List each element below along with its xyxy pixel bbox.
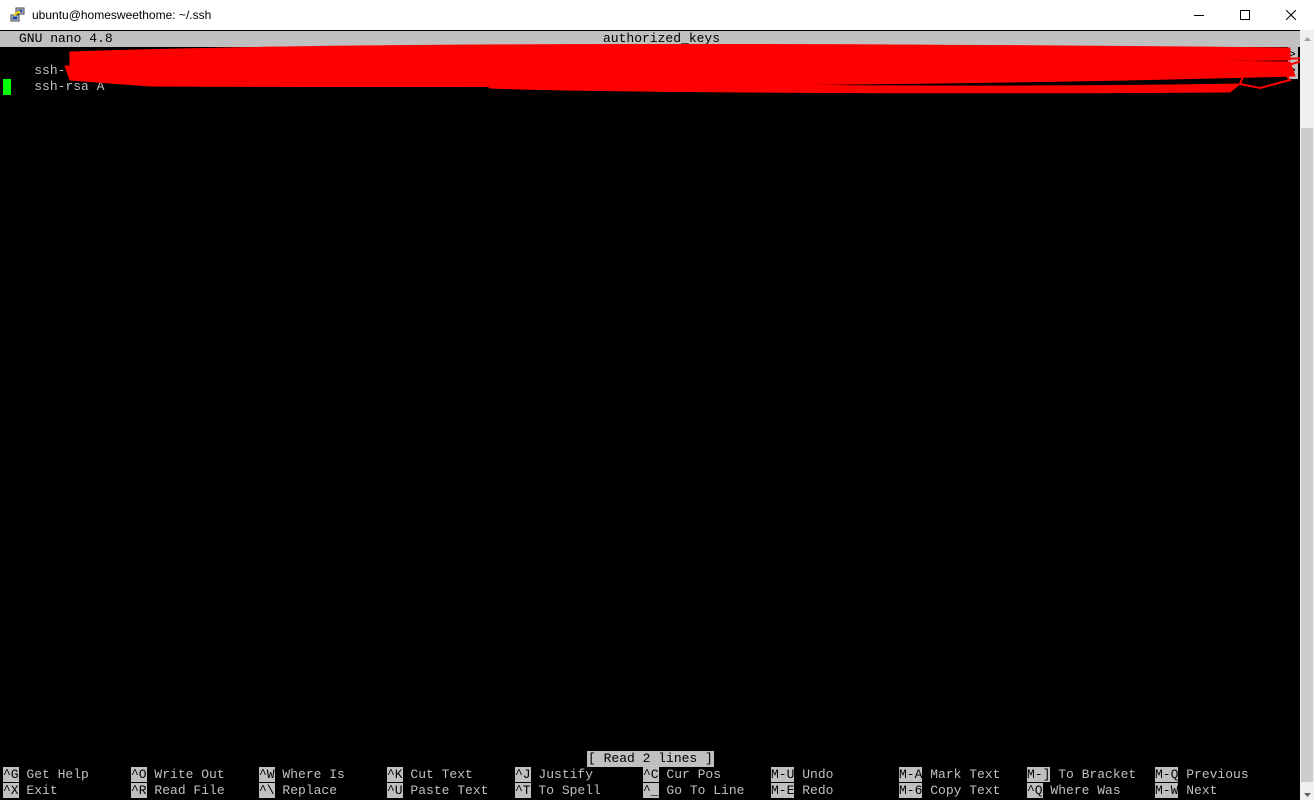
shortcut-label: To Bracket (1058, 767, 1137, 782)
shortcut-key: M-] (1027, 767, 1051, 782)
redaction-scribble (64, 44, 1311, 94)
shortcut-label: Where Is (282, 767, 345, 782)
shortcut-key: ^Q (1027, 783, 1043, 798)
maximize-icon (1240, 10, 1250, 20)
arrow-down-icon (1303, 784, 1311, 800)
shortcut-label: Redo (802, 783, 834, 798)
shortcut-key: M-A (899, 767, 923, 782)
nano-version: GNU nano 4.8 (19, 31, 113, 46)
shortcut-label: Paste Text (410, 783, 489, 798)
shortcut-replace[interactable]: ^\ Replace (259, 783, 337, 799)
close-button[interactable] (1268, 0, 1314, 30)
shortcut-copy-text[interactable]: M-6 Copy Text (899, 783, 1000, 799)
shortcut-key: ^C (643, 767, 659, 782)
shortcut-paste-text[interactable]: ^U Paste Text (387, 783, 488, 799)
nano-header-bar: GNU nano 4.8 authorized_keys (0, 31, 1300, 47)
shortcut-key: ^X (3, 783, 19, 798)
shortcut-where-was[interactable]: ^Q Where Was (1027, 783, 1121, 799)
shortcut-key: M-Q (1155, 767, 1179, 782)
key-line[interactable]: ssh-rsa A (3, 63, 104, 111)
shortcut-key: ^_ (643, 783, 659, 798)
putty-icon (10, 7, 26, 23)
shortcut-key: M-6 (899, 783, 923, 798)
shortcut-get-help[interactable]: ^G Get Help (3, 767, 89, 783)
shortcut-label: Previous (1186, 767, 1249, 782)
shortcut-label: Mark Text (930, 767, 1001, 782)
shortcut-label: Cur Pos (666, 767, 722, 782)
shortcut-key: ^O (131, 767, 147, 782)
shortcut-label: Cut Text (410, 767, 473, 782)
shortcut-label: Get Help (26, 767, 89, 782)
shortcut-label: Justify (538, 767, 594, 782)
shortcut-where-is[interactable]: ^W Where Is (259, 767, 345, 783)
window-title: ubuntu@homesweethome: ~/.ssh (32, 8, 212, 22)
status-message: [ Read 2 lines ] (587, 751, 714, 767)
shortcut-key: ^T (515, 783, 531, 798)
vertical-scrollbar[interactable] (1300, 30, 1314, 800)
key-prefix: ssh-rsa A (34, 79, 105, 94)
shortcut-label: To Spell (538, 783, 601, 798)
maximize-button[interactable] (1222, 0, 1268, 30)
minimize-icon (1194, 10, 1204, 20)
shortcut-key: ^U (387, 783, 403, 798)
shortcut-write-out[interactable]: ^O Write Out (131, 767, 225, 783)
minimize-button[interactable] (1176, 0, 1222, 30)
shortcut-label: Next (1186, 783, 1218, 798)
shortcut-key: ^G (3, 767, 19, 782)
shortcut-label: Read File (154, 783, 225, 798)
shortcut-redo[interactable]: M-E Redo (771, 783, 833, 799)
line-truncated-marker: > (1288, 47, 1298, 63)
shortcut-key: ^W (259, 767, 275, 782)
line-truncated-marker: > (1288, 63, 1298, 79)
shortcut-key: ^J (515, 767, 531, 782)
shortcut-key: ^K (387, 767, 403, 782)
close-icon (1286, 10, 1296, 20)
shortcut-next[interactable]: M-W Next (1155, 783, 1217, 799)
shortcut-bar: ^G Get Help ^X Exit ^O Write Out ^R Read… (3, 767, 1298, 799)
shortcut-read-file[interactable]: ^R Read File (131, 783, 225, 799)
shortcut-key: M-U (771, 767, 795, 782)
arrow-up-icon (1303, 28, 1311, 46)
window-controls (1176, 0, 1314, 30)
scroll-up-button[interactable] (1300, 30, 1314, 44)
shortcut-key: ^R (131, 783, 147, 798)
terminal[interactable]: GNU nano 4.8 authorized_keys ssh-rsa A s… (0, 30, 1311, 800)
shortcut-label: Replace (282, 783, 338, 798)
shortcut-key: M-W (1155, 783, 1179, 798)
shortcut-previous[interactable]: M-Q Previous (1155, 767, 1249, 783)
shortcut-cur-pos[interactable]: ^C Cur Pos (643, 767, 721, 783)
scrollbar-thumb[interactable] (1301, 128, 1313, 782)
shortcut-label: Go To Line (666, 783, 745, 798)
shortcut-key: M-E (771, 783, 795, 798)
text-cursor (3, 79, 11, 95)
shortcut-to-spell[interactable]: ^T To Spell (515, 783, 601, 799)
shortcut-label: Write Out (154, 767, 225, 782)
shortcut-undo[interactable]: M-U Undo (771, 767, 833, 783)
shortcut-label: Where Was (1050, 783, 1121, 798)
shortcut-exit[interactable]: ^X Exit (3, 783, 58, 799)
shortcut-to-bracket[interactable]: M-] To Bracket (1027, 767, 1136, 783)
shortcut-label: Copy Text (930, 783, 1001, 798)
shortcut-key: ^\ (259, 783, 275, 798)
scroll-down-button[interactable] (1300, 786, 1314, 800)
window-titlebar: ubuntu@homesweethome: ~/.ssh (0, 0, 1314, 30)
shortcut-label: Exit (26, 783, 58, 798)
shortcut-go-to-line[interactable]: ^_ Go To Line (643, 783, 744, 799)
shortcut-justify[interactable]: ^J Justify (515, 767, 593, 783)
shortcut-cut-text[interactable]: ^K Cut Text (387, 767, 473, 783)
file-name: authorized_keys (603, 31, 721, 46)
shortcut-mark-text[interactable]: M-A Mark Text (899, 767, 1000, 783)
shortcut-label: Undo (802, 767, 834, 782)
